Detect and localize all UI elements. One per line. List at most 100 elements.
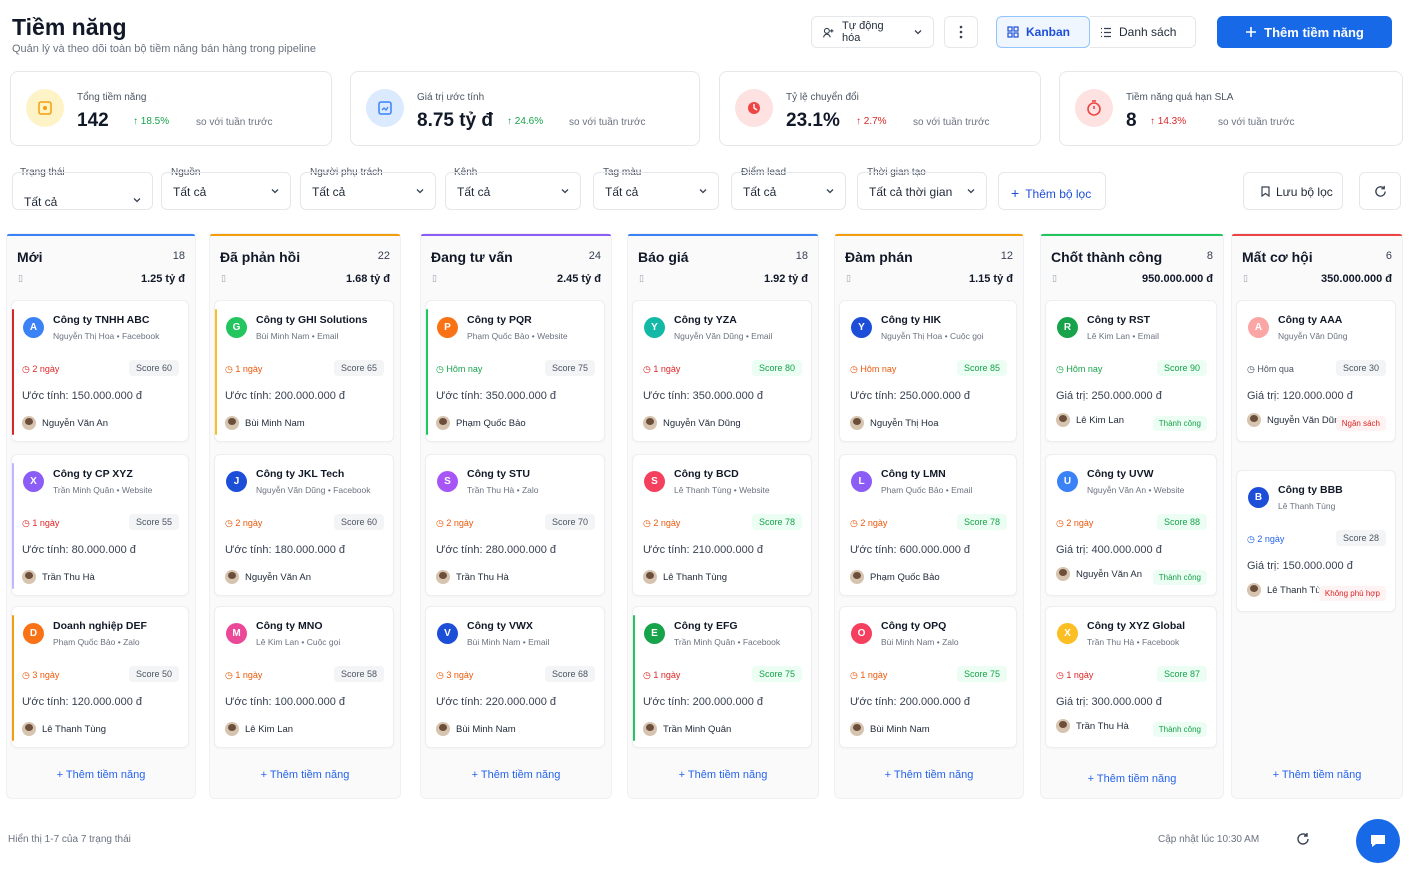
card-meta: Nguyễn Văn Dũng bbox=[1278, 331, 1347, 341]
filter-value: Tất cả thời gian bbox=[869, 185, 953, 199]
lead-card[interactable]: P Công ty PQR Phạm Quốc Bảo • Website ◷ Hôm… bbox=[425, 300, 605, 442]
company-name[interactable]: Công ty HIK bbox=[881, 314, 941, 326]
company-name[interactable]: Công ty LMN bbox=[881, 468, 946, 480]
lead-card[interactable]: R Công ty RST Lê Kim Lan • Email ◷ Hôm nay S… bbox=[1045, 300, 1217, 442]
filter-value: Tất cả bbox=[743, 185, 777, 199]
sum-icon: ▯ bbox=[1052, 273, 1057, 283]
filter-score-select[interactable]: Tất cả bbox=[731, 172, 846, 210]
sum-icon: ▯ bbox=[432, 273, 437, 283]
assignee-name: Lê Kim Lan bbox=[1076, 414, 1125, 426]
company-name[interactable]: Công ty VWX bbox=[467, 620, 533, 632]
lead-card[interactable]: O Công ty OPQ Bùi Minh Nam • Zalo ◷ 1 ngày S… bbox=[839, 606, 1017, 748]
company-name[interactable]: Công ty AAA bbox=[1278, 314, 1342, 326]
assignee-name: Bùi Minh Nam bbox=[245, 417, 305, 429]
add-lead-link[interactable]: + Thêm tiềm năng bbox=[628, 769, 818, 781]
card-source: Facebook bbox=[333, 485, 371, 495]
stat-change: ↑ 2.7% bbox=[856, 116, 887, 127]
card-value: Ước tính: 200.000.000 đ bbox=[643, 696, 763, 708]
lead-card[interactable]: L Công ty LMN Phạm Quốc Bảo • Email ◷ 2 ngà… bbox=[839, 454, 1017, 596]
company-name[interactable]: Công ty TNHH ABC bbox=[53, 314, 149, 326]
company-name[interactable]: Công ty EFG bbox=[674, 620, 738, 632]
filter-owner-select[interactable]: Tất cả bbox=[300, 172, 436, 210]
refresh-button[interactable] bbox=[1292, 828, 1314, 850]
lead-card[interactable]: X Công ty XYZ Global Trần Thu Hà • Faceboo… bbox=[1045, 606, 1217, 748]
sum-icon: ▯ bbox=[846, 273, 851, 283]
chat-button[interactable] bbox=[1356, 819, 1400, 863]
add-filter-button[interactable]: + Thêm bộ lọc bbox=[998, 172, 1106, 210]
lead-card[interactable]: V Công ty VWX Bùi Minh Nam • Email ◷ 3 ngày… bbox=[425, 606, 605, 748]
company-name[interactable]: Công ty PQR bbox=[467, 314, 532, 326]
stat-total-icon bbox=[26, 89, 64, 127]
lead-card[interactable]: S Công ty BCD Lê Thanh Tùng • Website ◷ 2 n… bbox=[632, 454, 812, 596]
add-lead-link[interactable]: + Thêm tiềm năng bbox=[7, 769, 195, 781]
due-text: 2 ngày bbox=[1257, 534, 1285, 544]
company-name[interactable]: Công ty STU bbox=[467, 468, 530, 480]
company-name[interactable]: Công ty XYZ Global bbox=[1087, 620, 1185, 632]
lead-card[interactable]: D Doanh nghiệp DEF Phạm Quốc Bảo • Zalo ◷ 3… bbox=[11, 606, 189, 748]
automation-dropdown[interactable]: Tự động hóa bbox=[811, 16, 934, 48]
view-kanban-button[interactable]: Kanban bbox=[996, 16, 1090, 48]
due-text: Hôm nay bbox=[446, 364, 483, 374]
company-name[interactable]: Công ty OPQ bbox=[881, 620, 946, 632]
meta-dot: • bbox=[1134, 637, 1142, 647]
lead-card[interactable]: Y Công ty YZA Nguyễn Văn Dũng • Email ◷ 1 n… bbox=[632, 300, 812, 442]
company-avatar: U bbox=[1057, 471, 1078, 492]
add-lead-link[interactable]: + Thêm tiềm năng bbox=[835, 769, 1023, 781]
value-label: Ước tính: bbox=[643, 390, 690, 402]
card-value: Giá trị: 150.000.000 đ bbox=[1247, 560, 1353, 572]
lead-card[interactable]: U Công ty UVW Nguyễn Văn An • Website ◷ 2 n… bbox=[1045, 454, 1217, 596]
filter-status-select[interactable]: Tất cả bbox=[12, 172, 153, 210]
add-lead-link[interactable]: + Thêm tiềm năng bbox=[210, 769, 400, 781]
save-filter-button[interactable]: Lưu bộ lọc bbox=[1243, 172, 1343, 210]
assignee-name: Trần Thu Hà bbox=[42, 571, 95, 583]
lead-card[interactable]: B Công ty BBB Lê Thanh Tùng ◷ 2 ngày Score 2… bbox=[1236, 470, 1396, 612]
company-name[interactable]: Công ty RST bbox=[1087, 314, 1150, 326]
company-name[interactable]: Công ty BCD bbox=[674, 468, 739, 480]
filter-tag-select[interactable]: Tất cả bbox=[593, 172, 719, 210]
card-source: Website bbox=[121, 485, 153, 495]
card-owner: Nguyễn Văn Dũng bbox=[1278, 331, 1348, 341]
lead-card[interactable]: E Công ty EFG Trần Minh Quân • Facebook ◷ 1… bbox=[632, 606, 812, 748]
lead-card[interactable]: M Công ty MNO Lê Kim Lan • Cuộc gọi ◷ 1 ngà… bbox=[214, 606, 394, 748]
company-name[interactable]: Công ty MNO bbox=[256, 620, 323, 632]
card-owner: Nguyễn Văn An bbox=[1087, 485, 1147, 495]
lead-card[interactable]: G Công ty GHI Solutions Bùi Minh Nam • Ema… bbox=[214, 300, 394, 442]
value-label: Giá trị: bbox=[1056, 696, 1089, 708]
lead-card[interactable]: A Công ty TNHH ABC Nguyễn Thị Hoa • Facebo… bbox=[11, 300, 189, 442]
lead-card[interactable]: A Công ty AAA Nguyễn Văn Dũng ◷ Hôm qua Scor… bbox=[1236, 300, 1396, 442]
lead-card[interactable]: J Công ty JKL Tech Nguyễn Văn Dũng • Faceb… bbox=[214, 454, 394, 596]
add-lead-link[interactable]: + Thêm tiềm năng bbox=[421, 769, 611, 781]
company-name[interactable]: Công ty YZA bbox=[674, 314, 737, 326]
avatar bbox=[22, 416, 36, 430]
refresh-filter-button[interactable] bbox=[1359, 172, 1401, 210]
value-amount: 120.000.000 đ bbox=[1282, 390, 1353, 402]
add-lead-link[interactable]: + Thêm tiềm năng bbox=[1232, 769, 1402, 781]
value-label: Ước tính: bbox=[225, 390, 272, 402]
chevron-down-icon bbox=[133, 198, 141, 203]
lead-card[interactable]: S Công ty STU Trần Thu Hà • Zalo ◷ 2 ngày Sc… bbox=[425, 454, 605, 596]
company-name[interactable]: Công ty BBB bbox=[1278, 484, 1343, 496]
due-text: 2 ngày bbox=[235, 518, 263, 528]
value-label: Giá trị: bbox=[1056, 544, 1089, 556]
company-name[interactable]: Công ty CP XYZ bbox=[53, 468, 133, 480]
more-options-button[interactable] bbox=[944, 16, 978, 48]
value-label: Ước tính: bbox=[850, 544, 897, 556]
add-lead-link[interactable]: + Thêm tiềm năng bbox=[1041, 773, 1223, 785]
add-lead-button[interactable]: Thêm tiềm năng bbox=[1217, 16, 1392, 48]
stat-label: Tổng tiềm năng bbox=[77, 92, 147, 103]
company-name[interactable]: Công ty GHI Solutions bbox=[256, 314, 367, 326]
view-list-button[interactable]: Danh sách bbox=[1090, 16, 1196, 48]
filter-created-select[interactable]: Tất cả thời gian bbox=[857, 172, 987, 210]
filter-source-select[interactable]: Tất cả bbox=[161, 172, 291, 210]
company-name[interactable]: Doanh nghiệp DEF bbox=[53, 620, 147, 632]
clock-icon: ◷ bbox=[22, 670, 33, 680]
column-title: Đàm phán bbox=[845, 249, 913, 265]
stat-value: 23.1% bbox=[786, 110, 840, 131]
company-name[interactable]: Công ty UVW bbox=[1087, 468, 1154, 480]
lead-card[interactable]: Y Công ty HIK Nguyễn Thị Hoa • Cuộc gọi ◷ H… bbox=[839, 300, 1017, 442]
card-meta: Trần Thu Hà • Facebook bbox=[1087, 637, 1179, 647]
company-avatar: S bbox=[437, 471, 458, 492]
lead-card[interactable]: X Công ty CP XYZ Trần Minh Quân • Website ◷… bbox=[11, 454, 189, 596]
filter-channel-select[interactable]: Tất cả bbox=[445, 172, 581, 210]
company-name[interactable]: Công ty JKL Tech bbox=[256, 468, 344, 480]
